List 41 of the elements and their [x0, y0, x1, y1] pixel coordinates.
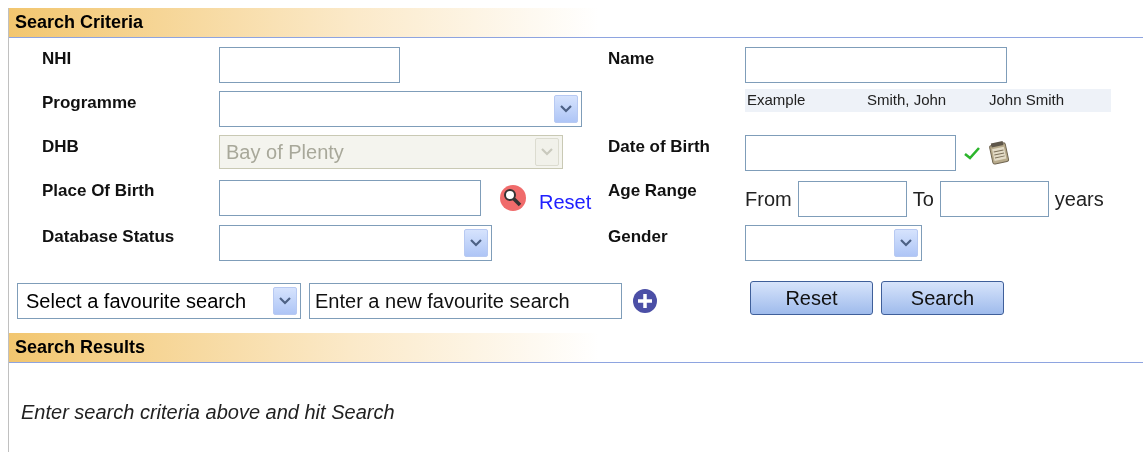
dropdown-caret-icon	[554, 95, 578, 123]
dropdown-caret-icon	[535, 138, 559, 166]
input-field[interactable]	[745, 135, 956, 171]
favourite-search-select[interactable]: Select a favourite search	[17, 283, 301, 319]
dropdown-select[interactable]	[219, 225, 492, 261]
field-label: Age Range	[608, 180, 698, 202]
section-title: Search Criteria	[15, 11, 144, 34]
input-field[interactable]	[939, 181, 1049, 217]
dropdown-select[interactable]	[745, 225, 922, 261]
field-label: Name	[608, 48, 656, 70]
reset-link[interactable]: Reset	[539, 187, 592, 217]
search-icon[interactable]	[499, 184, 527, 212]
field-label: NHI	[42, 48, 73, 70]
action-button[interactable]: Search	[881, 281, 1004, 315]
to-label: To	[912, 187, 934, 212]
field-label: Place Of Birth	[42, 180, 156, 202]
from-label: From	[745, 187, 792, 212]
input-field[interactable]	[745, 47, 1007, 83]
check-icon	[964, 146, 980, 160]
new-favourite-field[interactable]: Enter a new favourite search	[309, 283, 622, 319]
field-label: Database Status	[42, 226, 176, 248]
years-label: years	[1054, 187, 1104, 212]
dropdown-caret-icon	[464, 229, 488, 257]
input-field[interactable]	[219, 47, 400, 83]
field-label: Gender	[608, 226, 669, 248]
example-text: Example	[746, 90, 807, 111]
results-message: Enter search criteria above and hit Search	[20, 400, 396, 425]
dropdown-select[interactable]	[219, 91, 582, 127]
field-label: Programme	[42, 92, 138, 114]
calendar-icon[interactable]	[988, 140, 1010, 166]
field-label: Date of Birth	[608, 136, 711, 158]
action-button[interactable]: Reset	[750, 281, 873, 315]
input-field[interactable]	[219, 180, 481, 216]
input-field[interactable]	[797, 181, 907, 217]
dropdown-caret-icon	[894, 229, 918, 257]
dropdown-caret-icon	[273, 287, 297, 315]
add-icon[interactable]	[632, 288, 658, 314]
example-text: Smith, John	[867, 90, 948, 111]
section-title: Search Results	[15, 336, 146, 359]
field-label: DHB	[42, 136, 80, 158]
example-text: John Smith	[989, 90, 1065, 111]
